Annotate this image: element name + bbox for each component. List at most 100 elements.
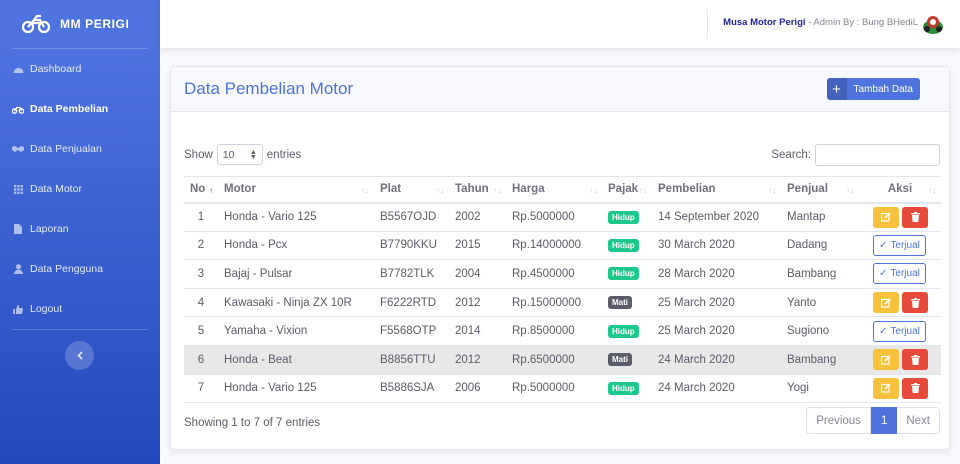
- column-header-penjual[interactable]: Penjual ↑↓: [781, 176, 859, 204]
- previous-button[interactable]: Previous: [806, 407, 871, 434]
- user-name: Musa Motor Perigi: [723, 17, 806, 28]
- sidebar-item-data-penjualan[interactable]: Data Penjualan: [0, 129, 160, 169]
- sidebar-item-label: Laporan: [30, 223, 69, 235]
- cell-tahun: 2002: [449, 202, 506, 232]
- column-header-plat[interactable]: Plat ↑↓: [374, 176, 449, 204]
- sidebar-nav: Dashboard Data Pembelian Data Penjualan …: [0, 49, 160, 329]
- tachometer-icon: [12, 64, 24, 74]
- sidebar-toggle-button[interactable]: [65, 341, 94, 370]
- sort-icon: ↑↓: [361, 186, 369, 195]
- table-row: 4 Kawasaki - Ninja ZX 10R F6222RTD 2012 Rp.1…: [184, 288, 941, 318]
- cell-pembelian: 24 March 2020: [652, 345, 781, 375]
- cell-harga: Rp.8500000: [506, 316, 602, 346]
- cell-pembelian: 24 March 2020: [652, 374, 781, 404]
- entries-value: 10: [222, 148, 235, 161]
- pajak-badge: Hidup: [608, 381, 639, 395]
- search-control: Search:: [771, 144, 940, 166]
- add-data-button[interactable]: + Tambah Data: [826, 78, 920, 100]
- cell-aksi: ✓ Terjual: [859, 316, 941, 346]
- sort-icon: ↑↓: [846, 186, 854, 195]
- handshake-icon: [12, 144, 24, 154]
- brand[interactable]: MM PERIGI: [0, 0, 160, 48]
- cell-harga: Rp.15000000: [506, 288, 602, 318]
- check-icon: ✓: [879, 239, 888, 251]
- sidebar-item-logout[interactable]: Logout: [0, 289, 160, 329]
- edit-icon: [881, 383, 891, 393]
- cell-motor: Honda - Vario 125: [218, 374, 374, 404]
- cell-harga: Rp.14000000: [506, 231, 602, 261]
- page-1-button[interactable]: 1: [870, 407, 898, 434]
- terjual-button[interactable]: ✓ Terjual: [873, 234, 926, 256]
- table-row: 1 Honda - Vario 125 B5567OJD 2002 Rp.5000000…: [184, 202, 941, 232]
- user-dropdown[interactable]: Musa Motor Perigi - Admin By : Bung BHed…: [723, 17, 918, 28]
- terjual-button[interactable]: ✓ Terjual: [873, 263, 926, 285]
- cell-pajak: Hidup: [602, 202, 652, 232]
- cell-harga: Rp.5000000: [506, 374, 602, 404]
- cell-tahun: 2004: [449, 259, 506, 289]
- sort-icon: ↑↓: [589, 186, 597, 195]
- cell-tahun: 2006: [449, 374, 506, 404]
- pajak-badge: Hidup: [608, 210, 639, 224]
- cell-plat: F6222RTD: [374, 288, 449, 318]
- cell-pembelian: 25 March 2020: [652, 288, 781, 318]
- edit-icon: [881, 298, 891, 308]
- delete-button[interactable]: [902, 377, 928, 399]
- entries-select[interactable]: 10 ▲ ▼: [216, 144, 263, 165]
- user-role: - Admin By : Bung BHediL: [805, 17, 918, 28]
- sidebar-item-laporan[interactable]: Laporan: [0, 209, 160, 249]
- column-header-pajak[interactable]: Pajak ↑↓: [602, 176, 652, 204]
- cell-motor: Kawasaki - Ninja ZX 10R: [218, 288, 374, 318]
- next-button[interactable]: Next: [897, 407, 940, 434]
- cell-penjual: Yanto: [781, 288, 859, 318]
- sidebar-item-data-pembelian[interactable]: Data Pembelian: [0, 89, 160, 129]
- pajak-badge: Hidup: [608, 267, 639, 281]
- edit-button[interactable]: [873, 292, 899, 314]
- sidebar-item-dashboard[interactable]: Dashboard: [0, 49, 160, 89]
- search-input[interactable]: [815, 144, 940, 166]
- sidebar-item-data-pengguna[interactable]: Data Pengguna: [0, 249, 160, 289]
- terjual-label: Terjual: [890, 239, 920, 251]
- terjual-button[interactable]: ✓ Terjual: [873, 320, 926, 342]
- cell-pembelian: 25 March 2020: [652, 316, 781, 346]
- sidebar-item-data-motor[interactable]: Data Motor: [0, 169, 160, 209]
- length-control: Show 10 ▲ ▼ entries: [184, 144, 301, 165]
- sidebar: MM PERIGI Dashboard Data Pembelian Data …: [0, 0, 160, 464]
- edit-icon: [881, 355, 891, 365]
- table-header-row: No ↑ Motor ↑↓ Plat ↑↓ Tahun ↑↓ Harga ↑↓ Pajak…: [184, 176, 941, 204]
- sidebar-item-label: Data Pembelian: [30, 103, 109, 115]
- edit-button[interactable]: [873, 349, 899, 371]
- cell-aksi: ✓ Terjual: [859, 231, 941, 261]
- cell-pembelian: 14 September 2020: [652, 202, 781, 232]
- cell-no: 3: [184, 259, 218, 289]
- cell-pajak: Hidup: [602, 231, 652, 261]
- edit-button[interactable]: [873, 206, 899, 228]
- cell-tahun: 2015: [449, 231, 506, 261]
- column-header-pembelian[interactable]: Pembelian ↑↓: [652, 176, 781, 204]
- table-row: 2 Honda - Pcx B7790KKU 2015 Rp.14000000 Hidup…: [184, 231, 941, 261]
- avatar[interactable]: [922, 13, 944, 35]
- cell-pembelian: 30 March 2020: [652, 231, 781, 261]
- cell-motor: Honda - Beat: [218, 345, 374, 375]
- edit-button[interactable]: [873, 377, 899, 399]
- column-header-tahun[interactable]: Tahun ↑↓: [449, 176, 506, 204]
- sidebar-item-label: Logout: [30, 303, 63, 315]
- pajak-badge: Mati: [608, 353, 632, 367]
- brand-name: MM PERIGI: [60, 17, 130, 31]
- delete-button[interactable]: [902, 206, 928, 228]
- column-header-aksi[interactable]: Aksi ↑↓: [859, 176, 941, 204]
- pajak-badge: Mati: [608, 296, 632, 310]
- column-header-harga[interactable]: Harga ↑↓: [506, 176, 602, 204]
- delete-button[interactable]: [902, 292, 928, 314]
- sort-icon: ↑↓: [436, 186, 444, 195]
- cell-motor: Bajaj - Pulsar: [218, 259, 374, 289]
- cell-plat: F5568OTP: [374, 316, 449, 346]
- column-header-motor[interactable]: Motor ↑↓: [218, 176, 374, 204]
- delete-button[interactable]: [902, 349, 928, 371]
- sort-asc-icon: ↑: [209, 186, 213, 195]
- cell-aksi: [859, 202, 941, 232]
- terjual-label: Terjual: [890, 268, 920, 280]
- column-header-no[interactable]: No ↑: [184, 176, 218, 204]
- file-icon: [12, 224, 24, 234]
- cell-no: 6: [184, 345, 218, 375]
- pagination: Previous 1 Next: [806, 407, 940, 434]
